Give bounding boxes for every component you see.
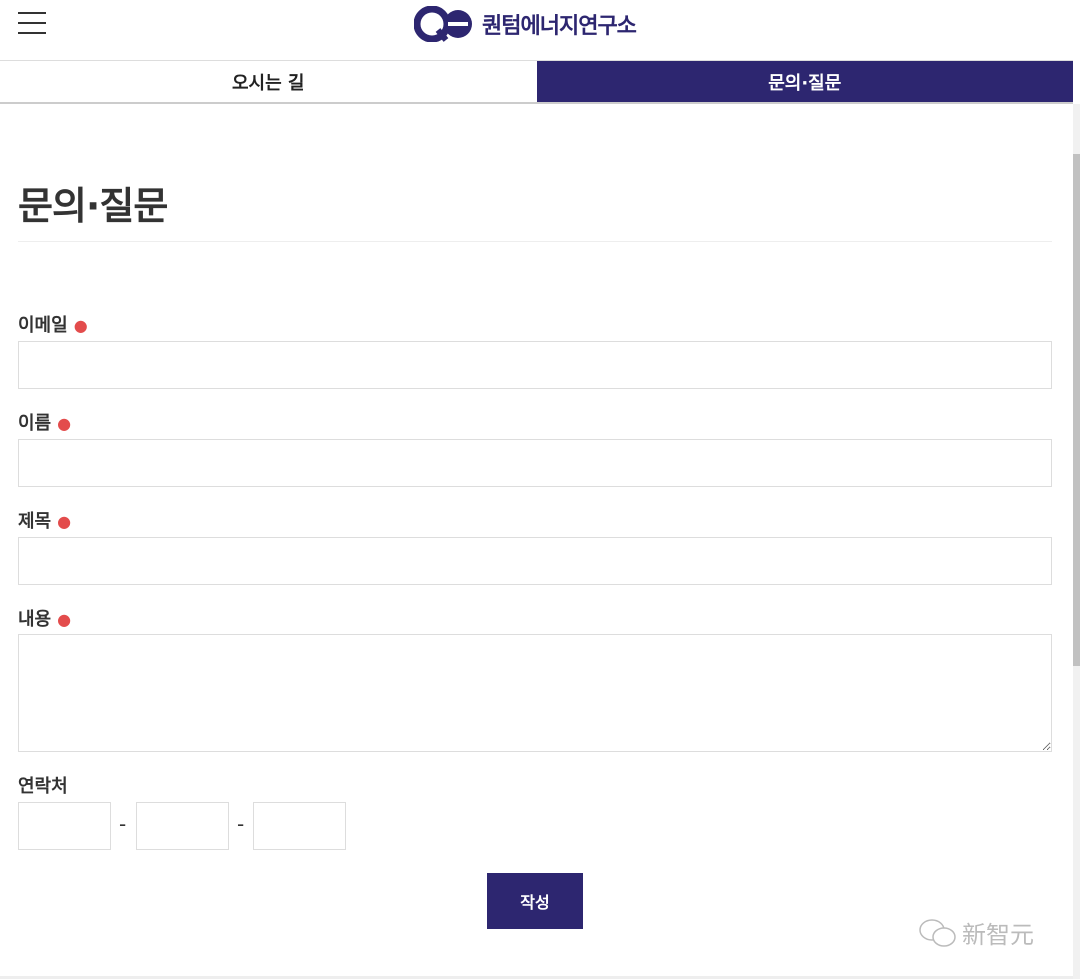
required-icon: ● xyxy=(57,610,72,629)
phone-separator: - xyxy=(237,812,245,836)
logo-text: 퀀텀에너지연구소 xyxy=(482,14,637,39)
required-icon: ● xyxy=(57,512,72,531)
phone-field-1[interactable] xyxy=(18,802,111,850)
tab-directions[interactable]: 오시는 길 xyxy=(0,61,537,102)
watermark-text: 新智元 xyxy=(962,921,1034,949)
divider xyxy=(18,241,1052,242)
submit-button[interactable]: 작성 xyxy=(487,873,583,929)
scrollbar-thumb[interactable] xyxy=(1073,154,1080,666)
name-label: 이름 ● xyxy=(18,409,71,435)
name-field[interactable] xyxy=(18,439,1052,487)
phone-field-3[interactable] xyxy=(253,802,346,850)
content-label-text: 내용 xyxy=(18,609,52,630)
required-icon: ● xyxy=(57,414,72,433)
watermark: 新智元 xyxy=(918,915,1034,950)
header: 퀀텀에너지연구소 xyxy=(0,0,1080,60)
subject-label: 제목 ● xyxy=(18,507,71,533)
name-label-text: 이름 xyxy=(18,413,52,434)
phone-separator: - xyxy=(119,812,127,836)
subject-field[interactable] xyxy=(18,537,1052,585)
page-title: 문의·질문 xyxy=(18,184,168,228)
wechat-icon xyxy=(919,918,956,947)
content-label: 내용 ● xyxy=(18,605,71,631)
content-textarea[interactable] xyxy=(18,634,1052,752)
required-icon: ● xyxy=(73,316,88,335)
logo-mark-icon xyxy=(414,6,472,42)
logo[interactable]: 퀀텀에너지연구소 xyxy=(414,6,637,42)
tab-inquiry[interactable]: 문의·질문 xyxy=(536,61,1073,102)
phone-field-2[interactable] xyxy=(136,802,229,850)
tab-bar: 오시는 길 문의·질문 xyxy=(0,60,1073,104)
subject-label-text: 제목 xyxy=(18,511,52,532)
menu-icon[interactable] xyxy=(18,12,46,36)
scrollbar[interactable] xyxy=(1073,104,1080,979)
email-label-text: 이메일 xyxy=(18,315,68,336)
phone-label: 연락처 xyxy=(18,776,68,797)
email-label: 이메일 ● xyxy=(18,311,88,337)
email-field[interactable] xyxy=(18,341,1052,389)
